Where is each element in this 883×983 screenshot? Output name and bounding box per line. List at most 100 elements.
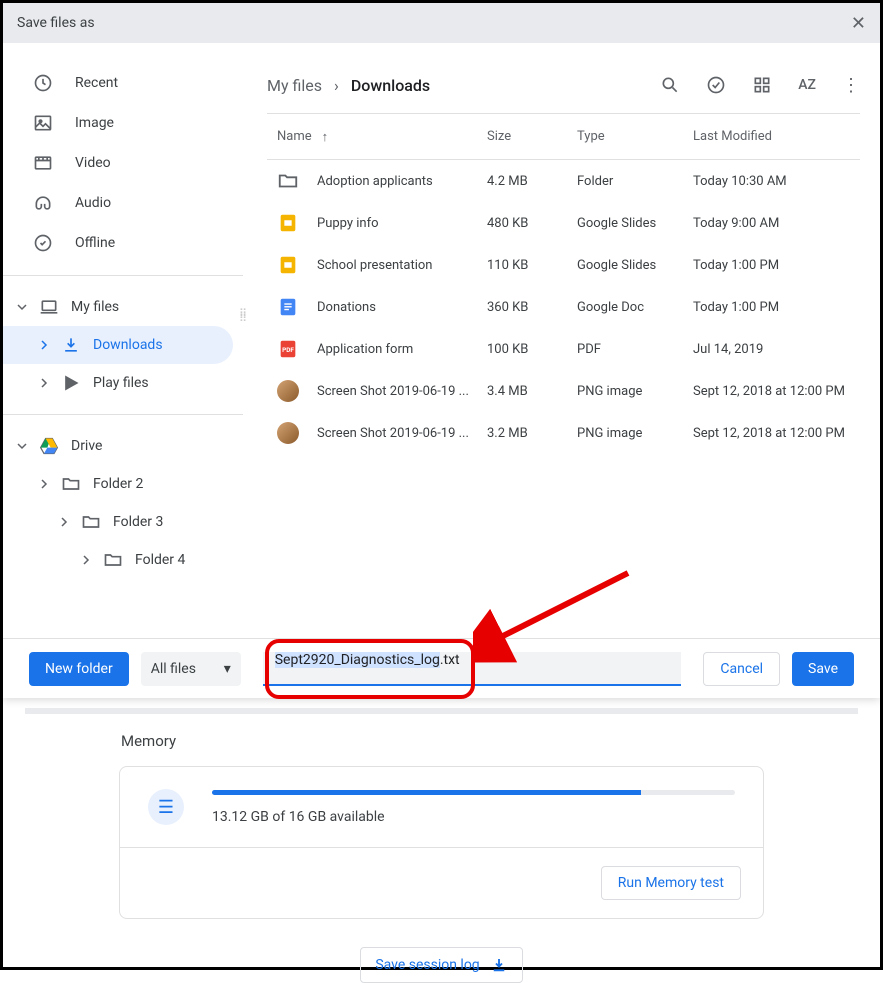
file-name: Screen Shot 2019-06-19 ... (317, 384, 469, 399)
cancel-button[interactable]: Cancel (703, 652, 780, 686)
file-type: Google Doc (577, 300, 693, 315)
close-icon[interactable]: ✕ (851, 13, 866, 34)
clock-icon (33, 73, 53, 93)
tree-folder3[interactable]: Folder 3 (3, 503, 253, 541)
offline-icon (33, 233, 53, 253)
table-row[interactable]: Screen Shot 2019-06-19 ... 3.4 MB PNG im… (267, 370, 860, 412)
tree-play-files[interactable]: Play files (3, 364, 253, 402)
save-session--log-button[interactable]: Save session log (360, 947, 522, 983)
drive-icon (39, 436, 59, 456)
new-folder-button[interactable]: New folder (29, 652, 129, 686)
file-name: Application form (317, 342, 413, 357)
tree-label: Drive (71, 438, 102, 454)
column-name[interactable]: Name ↑ (277, 129, 487, 145)
chevron-right-icon (39, 479, 49, 489)
audio-icon (33, 193, 53, 213)
sidebar-item-recent[interactable]: Recent (3, 63, 253, 103)
filename-extension: .txt (440, 652, 460, 668)
file-name: Screen Shot 2019-06-19 ... (317, 426, 469, 441)
folder-icon (277, 170, 299, 192)
file-name: Puppy info (317, 216, 379, 231)
file-filter-dropdown[interactable]: All files ▾ (141, 652, 241, 686)
file-modified: Today 9:00 AM (693, 216, 860, 231)
chevron-right-icon: › (334, 76, 339, 95)
run-memory-test-button[interactable]: Run Memory test (601, 866, 741, 900)
folder-icon (61, 474, 81, 494)
table-row[interactable]: Puppy info 480 KB Google Slides Today 9:… (267, 202, 860, 244)
file-modified: Today 1:00 PM (693, 258, 860, 273)
file-modified: Jul 14, 2019 (693, 342, 860, 357)
breadcrumb: My files › Downloads (267, 76, 430, 95)
filename-input[interactable]: Sept2920_Diagnostics_log.txt (263, 652, 682, 686)
table-row[interactable]: Screen Shot 2019-06-19 ... 3.2 MB PNG im… (267, 412, 860, 454)
save-file-dialog: Save files as ✕ Recent Image Video Audio (3, 3, 880, 698)
sidebar-item-video[interactable]: Video (3, 143, 253, 183)
pdf-icon: PDF (277, 338, 299, 360)
search-icon[interactable] (660, 75, 680, 95)
more-icon[interactable]: ⋮ (842, 75, 860, 96)
download-icon (490, 956, 508, 974)
tree-label: Folder 2 (93, 476, 143, 492)
resize-handle[interactable]: ⠿⠿ (239, 311, 249, 321)
file-size: 360 KB (487, 300, 577, 315)
tree-my-files[interactable]: My files (3, 288, 253, 326)
download-icon (61, 335, 81, 355)
filter-label: All files (151, 661, 196, 677)
tree-drive[interactable]: Drive (3, 427, 253, 465)
file-type: Folder (577, 174, 693, 189)
tree-folder4[interactable]: Folder 4 (3, 541, 253, 579)
play-icon (61, 373, 81, 393)
column-size[interactable]: Size (487, 129, 577, 144)
image-icon (33, 113, 53, 133)
bottom-bar: New folder All files ▾ Sept2920_Diagnost… (3, 638, 880, 698)
file-type: Google Slides (577, 216, 693, 231)
table-row[interactable]: School presentation 110 KB Google Slides… (267, 244, 860, 286)
column-modified[interactable]: Last Modified (693, 129, 860, 144)
folder-icon (81, 512, 101, 532)
table-header: Name ↑ Size Type Last Modified (267, 114, 860, 160)
column-type[interactable]: Type (577, 129, 693, 144)
file-type: PNG image (577, 426, 693, 441)
file-name: Adoption applicants (317, 174, 433, 189)
memory-progress-bar (212, 790, 735, 795)
check-circle-icon[interactable] (706, 75, 726, 95)
chevron-right-icon (81, 555, 91, 565)
file-type: PNG image (577, 384, 693, 399)
main-panel: My files › Downloads AZ ⋮ Name ↑ Size Ty (253, 43, 880, 638)
grid-view-icon[interactable] (752, 75, 772, 95)
file-type: Google Slides (577, 258, 693, 273)
sort-button[interactable]: AZ (798, 77, 816, 93)
tree-label: My files (71, 299, 119, 315)
file-name: Donations (317, 300, 376, 315)
file-size: 4.2 MB (487, 174, 577, 189)
laptop-icon (39, 297, 59, 317)
tree-folder2[interactable]: Folder 2 (3, 465, 253, 503)
table-row[interactable]: PDF Application form 100 KB PDF Jul 14, … (267, 328, 860, 370)
sidebar: Recent Image Video Audio Offline ⠿⠿ (3, 43, 253, 638)
sidebar-item-image[interactable]: Image (3, 103, 253, 143)
tree-label: Folder 3 (113, 514, 163, 530)
table-row[interactable]: Adoption applicants 4.2 MB Folder Today … (267, 160, 860, 202)
sidebar-item-label: Image (75, 115, 114, 131)
folder-icon (103, 550, 123, 570)
toolbar: AZ ⋮ (660, 75, 860, 96)
sidebar-item-offline[interactable]: Offline (3, 223, 253, 263)
file-name: School presentation (317, 258, 433, 273)
breadcrumb-root[interactable]: My files (267, 76, 322, 95)
tree-downloads[interactable]: Downloads (3, 326, 233, 364)
tree-label: Downloads (93, 337, 163, 353)
filename-selection: Sept2920_Diagnostics_log (275, 652, 440, 668)
table-row[interactable]: Donations 360 KB Google Doc Today 1:00 P… (267, 286, 860, 328)
sidebar-item-label: Offline (75, 235, 115, 251)
save-log-label: Save session log (375, 957, 479, 973)
memory-section-title: Memory (121, 732, 858, 750)
file-size: 100 KB (487, 342, 577, 357)
sidebar-item-audio[interactable]: Audio (3, 183, 253, 223)
titlebar: Save files as ✕ (3, 3, 880, 43)
chevron-down-icon: ▾ (224, 661, 231, 677)
file-modified: Sept 12, 2018 at 12:00 PM (693, 426, 860, 441)
save-button[interactable]: Save (792, 652, 854, 686)
file-type: PDF (577, 342, 693, 357)
svg-text:PDF: PDF (282, 346, 294, 354)
file-table: Name ↑ Size Type Last Modified Adoption … (267, 113, 860, 454)
